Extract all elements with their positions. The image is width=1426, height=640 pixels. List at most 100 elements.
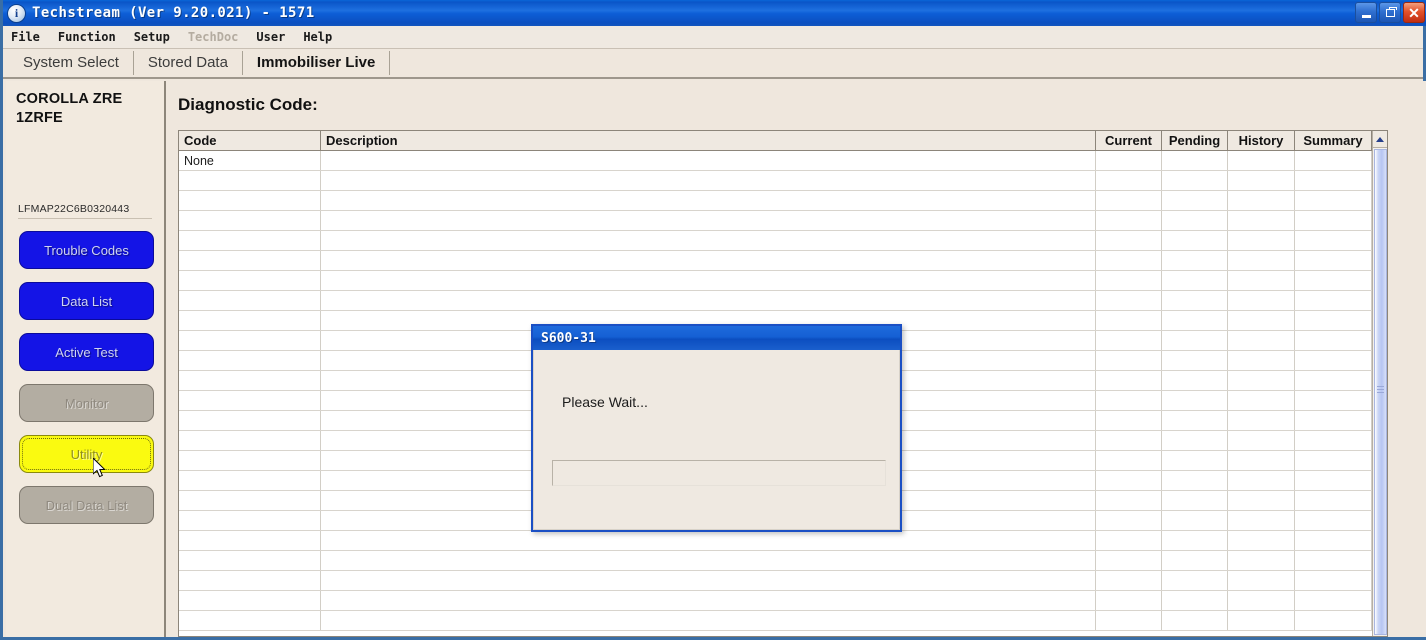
- maximize-restore-button[interactable]: [1379, 2, 1401, 23]
- menu-setup[interactable]: Setup: [134, 30, 170, 44]
- table-row[interactable]: [179, 271, 1387, 291]
- table-cell: [1228, 511, 1295, 530]
- menu-file[interactable]: File: [11, 30, 40, 44]
- column-header-current[interactable]: Current: [1096, 131, 1162, 150]
- table-row[interactable]: [179, 231, 1387, 251]
- table-cell: [321, 571, 1096, 590]
- table-cell: [1228, 571, 1295, 590]
- table-cell: [1295, 251, 1372, 270]
- table-cell: [1096, 271, 1162, 290]
- sidebar-item-active-test[interactable]: Active Test: [19, 333, 154, 371]
- table-cell: [1096, 611, 1162, 630]
- sidebar-item-utility[interactable]: Utility: [19, 435, 154, 473]
- sidebar-button-stack: Trouble Codes Data List Active Test Moni…: [19, 231, 154, 524]
- table-cell: [1295, 411, 1372, 430]
- table-cell: [321, 171, 1096, 190]
- table-cell: [1295, 211, 1372, 230]
- vehicle-name-line2: 1ZRFE: [16, 110, 63, 126]
- menu-function[interactable]: Function: [58, 30, 116, 44]
- table-cell: [1295, 471, 1372, 490]
- sidebar-item-trouble-codes[interactable]: Trouble Codes: [19, 231, 154, 269]
- page-title: Diagnostic Code:: [178, 95, 318, 114]
- table-cell: [1096, 151, 1162, 170]
- sidebar-item-dual-data-list: Dual Data List: [19, 486, 154, 524]
- table-cell: [1228, 171, 1295, 190]
- title-bar: i Techstream (Ver 9.20.021) - 1571 ✕: [3, 0, 1426, 26]
- column-header-summary[interactable]: Summary: [1295, 131, 1372, 150]
- application-window: i Techstream (Ver 9.20.021) - 1571 ✕ Fil…: [0, 0, 1426, 640]
- progress-bar: [552, 460, 886, 486]
- table-cell: [1162, 151, 1228, 170]
- dialog-body: Please Wait...: [533, 350, 900, 530]
- column-header-code[interactable]: Code: [179, 131, 321, 150]
- scrollbar-thumb[interactable]: [1374, 149, 1387, 635]
- column-header-description[interactable]: Description: [321, 131, 1096, 150]
- table-row[interactable]: [179, 251, 1387, 271]
- table-cell: [1295, 271, 1372, 290]
- table-cell: [1096, 451, 1162, 470]
- table-cell: [1096, 251, 1162, 270]
- table-cell: [1228, 351, 1295, 370]
- dialog-title: S600-31: [541, 330, 596, 346]
- table-cell: [1096, 371, 1162, 390]
- table-row[interactable]: [179, 531, 1387, 551]
- table-cell: [179, 411, 321, 430]
- table-cell: [179, 571, 321, 590]
- menu-help[interactable]: Help: [303, 30, 332, 44]
- table-cell: [1162, 531, 1228, 550]
- table-cell: [1162, 471, 1228, 490]
- table-cell: [1295, 311, 1372, 330]
- table-row[interactable]: [179, 611, 1387, 631]
- scroll-up-arrow-icon[interactable]: [1373, 131, 1387, 148]
- sidebar-item-data-list[interactable]: Data List: [19, 282, 154, 320]
- table-cell: [179, 351, 321, 370]
- table-cell: [321, 551, 1096, 570]
- table-cell: [1162, 571, 1228, 590]
- table-cell: [1162, 491, 1228, 510]
- tab-system-select[interactable]: System Select: [9, 51, 134, 75]
- table-row[interactable]: [179, 591, 1387, 611]
- table-cell: [1162, 411, 1228, 430]
- table-cell: [1162, 191, 1228, 210]
- table-cell: [1295, 371, 1372, 390]
- table-cell: [1162, 271, 1228, 290]
- table-row[interactable]: [179, 191, 1387, 211]
- table-row[interactable]: [179, 211, 1387, 231]
- table-row[interactable]: None: [179, 151, 1387, 171]
- close-button[interactable]: ✕: [1403, 2, 1425, 23]
- window-controls: ✕: [1355, 2, 1425, 23]
- table-row[interactable]: [179, 571, 1387, 591]
- tab-stored-data[interactable]: Stored Data: [134, 51, 243, 75]
- table-cell: [1096, 331, 1162, 350]
- table-cell: [1096, 311, 1162, 330]
- table-cell: [1295, 571, 1372, 590]
- table-cell: [1228, 331, 1295, 350]
- table-cell: [1228, 531, 1295, 550]
- close-icon: ✕: [1408, 4, 1420, 21]
- scrollbar-grip-icon: [1377, 386, 1384, 387]
- column-header-history[interactable]: History: [1228, 131, 1295, 150]
- menu-bar: File Function Setup TechDoc User Help: [3, 26, 1423, 49]
- table-cell: [1162, 611, 1228, 630]
- column-header-pending[interactable]: Pending: [1162, 131, 1228, 150]
- tab-immobiliser-live[interactable]: Immobiliser Live: [243, 51, 391, 75]
- table-cell: [321, 271, 1096, 290]
- table-cell: [1096, 231, 1162, 250]
- table-cell: [1295, 151, 1372, 170]
- table-cell: [321, 531, 1096, 550]
- minimize-icon: [1361, 14, 1371, 18]
- table-header-row: Code Description Current Pending History…: [179, 131, 1387, 151]
- table-cell: [1228, 251, 1295, 270]
- vertical-scrollbar[interactable]: [1372, 131, 1387, 636]
- table-cell: [179, 611, 321, 630]
- table-cell: [1295, 491, 1372, 510]
- table-cell: [1162, 351, 1228, 370]
- table-cell: [179, 271, 321, 290]
- table-cell: [1228, 411, 1295, 430]
- table-row[interactable]: [179, 171, 1387, 191]
- table-row[interactable]: [179, 291, 1387, 311]
- table-row[interactable]: [179, 551, 1387, 571]
- menu-user[interactable]: User: [256, 30, 285, 44]
- table-cell: [321, 151, 1096, 170]
- minimize-button[interactable]: [1355, 2, 1377, 23]
